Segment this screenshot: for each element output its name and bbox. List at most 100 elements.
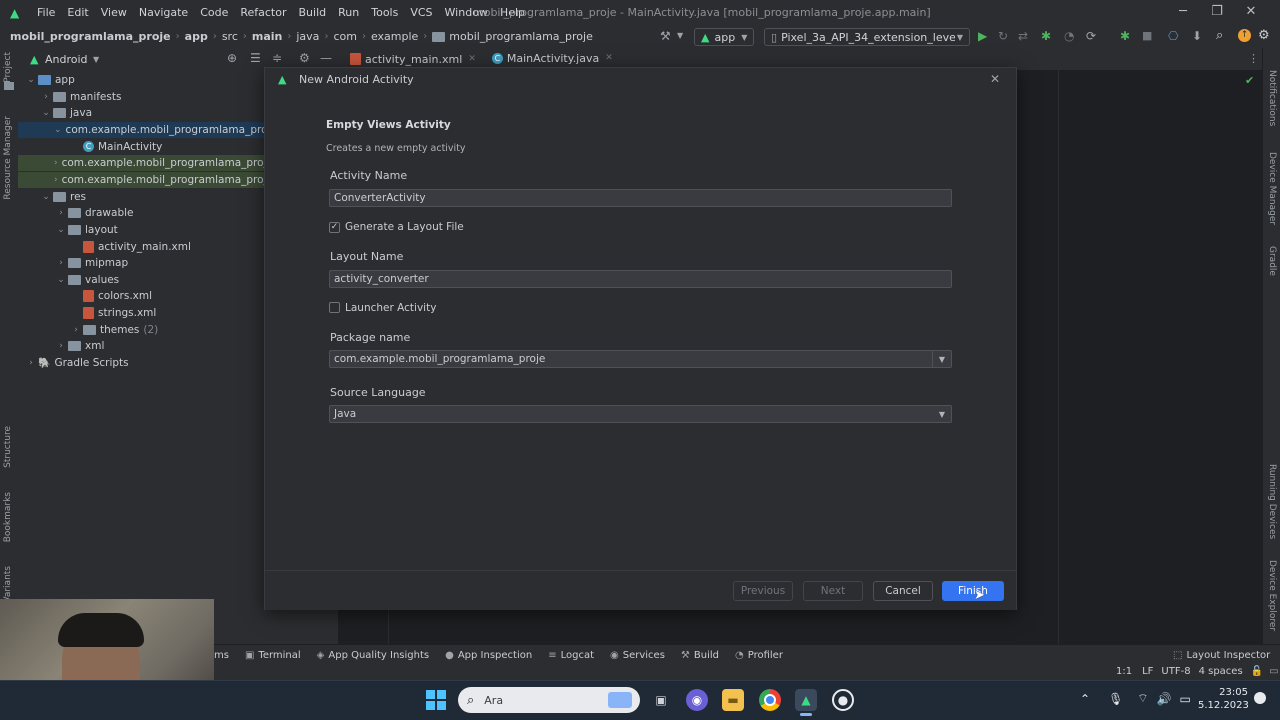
device-selector[interactable]: ▯ Pixel_3a_API_34_extension_level_7_x86 … [764, 28, 970, 46]
previous-button[interactable]: Previous [733, 581, 793, 601]
tool-services[interactable]: ◉ Services [610, 650, 665, 661]
tree-item[interactable]: ⌄ java [18, 105, 266, 121]
profile-icon[interactable]: ◔ [1064, 29, 1074, 43]
menu-vcs[interactable]: VCS [410, 6, 432, 19]
close-tab-icon[interactable]: ✕ [605, 53, 613, 63]
breadcrumb-project[interactable]: mobil_programlama_proje [10, 30, 171, 43]
chevron-down-icon[interactable]: ⌄ [54, 275, 68, 285]
menu-code[interactable]: Code [200, 6, 228, 19]
taskbar-clock[interactable]: 23:05 5.12.2023 [1198, 686, 1249, 712]
run-config-selector[interactable]: ▲ app ▼ [694, 28, 755, 46]
tool-window-structure[interactable]: Structure [3, 426, 13, 468]
project-view-selector[interactable]: Android [45, 53, 88, 66]
menu-run[interactable]: Run [338, 6, 359, 19]
maximize-icon[interactable]: ❐ [1200, 4, 1234, 19]
apply-changes-icon[interactable]: ⇄ [1018, 29, 1028, 43]
tool-profiler[interactable]: ◔ Profiler [735, 650, 783, 661]
chevron-down-icon[interactable]: ⌄ [24, 75, 38, 85]
device-mirror-icon[interactable]: ⎔ [1168, 29, 1178, 43]
chevron-right-icon[interactable]: › [54, 175, 58, 185]
screen-recorder-icon[interactable]: ● [832, 689, 854, 711]
tree-item[interactable]: ⌄ values [18, 272, 266, 288]
inspection-ok-icon[interactable]: ✔ [1245, 74, 1254, 87]
breadcrumb-app[interactable]: app [185, 30, 208, 43]
generate-layout-checkbox[interactable]: ✓ [329, 222, 340, 233]
tool-layout-inspector[interactable]: ⬚ Layout Inspector [1173, 650, 1270, 661]
next-button[interactable]: Next [803, 581, 863, 601]
hammer-icon[interactable]: ⚒ [660, 29, 671, 43]
breadcrumb-com[interactable]: com [333, 30, 357, 43]
hide-panel-icon[interactable]: — [320, 51, 332, 65]
chevron-down-icon[interactable]: ⌄ [54, 125, 62, 135]
layout-name-input[interactable] [334, 273, 951, 285]
chrome-icon[interactable] [759, 689, 781, 711]
file-encoding[interactable]: UTF-8 [1161, 666, 1190, 677]
tool-app-quality-insights[interactable]: ◈ App Quality Insights [317, 650, 429, 661]
close-tab-icon[interactable]: ✕ [468, 54, 476, 64]
expand-all-icon[interactable]: ☰ [250, 51, 261, 65]
chat-app-icon[interactable]: ◉ [686, 689, 708, 711]
tree-item[interactable]: ⌄ layout [18, 222, 266, 238]
tool-window-project[interactable]: Project [3, 52, 13, 83]
tree-item[interactable]: › mipmap [18, 255, 266, 271]
minimize-icon[interactable]: ─ [1166, 4, 1200, 19]
breadcrumb-example[interactable]: example [371, 30, 418, 43]
tree-item[interactable]: › drawable [18, 205, 266, 221]
task-view-icon[interactable]: ▣ [650, 689, 672, 711]
android-studio-taskbar-icon[interactable]: ▲ [795, 689, 817, 711]
locate-icon[interactable]: ⊕ [227, 51, 237, 65]
tool-window-device-manager[interactable]: Device Manager [1267, 152, 1277, 225]
chevron-down-icon[interactable]: ⌄ [54, 225, 68, 235]
stop-icon[interactable]: ✱ [1120, 29, 1130, 43]
microphone-icon[interactable]: 🎙 [1108, 692, 1123, 706]
indent-setting[interactable]: 4 spaces [1199, 666, 1243, 677]
finish-button[interactable]: Finish [942, 581, 1004, 601]
chevron-down-icon[interactable]: ⌄ [39, 192, 53, 202]
tree-item[interactable]: › manifests [18, 89, 266, 105]
caret-position[interactable]: 1:1 [1116, 666, 1132, 677]
menu-file[interactable]: File [37, 6, 55, 19]
activity-name-field[interactable] [329, 189, 952, 207]
menu-refactor[interactable]: Refactor [240, 6, 286, 19]
chevron-down-icon[interactable]: ▼ [932, 351, 951, 367]
chevron-right-icon[interactable]: › [24, 358, 38, 368]
tree-item[interactable]: › 🐘 Gradle Scripts [18, 355, 266, 371]
tree-item[interactable]: C MainActivity [18, 139, 266, 155]
chevron-down-icon[interactable]: ▼ [933, 406, 951, 422]
windows-start-icon[interactable] [426, 690, 446, 710]
layout-name-field[interactable] [329, 270, 952, 288]
debug-icon[interactable]: ✱ [1041, 29, 1051, 43]
breadcrumb-main[interactable]: main [252, 30, 283, 43]
menu-navigate[interactable]: Navigate [139, 6, 188, 19]
tool-problems[interactable]: ms [214, 650, 229, 661]
chevron-down-icon[interactable]: ▼ [677, 31, 683, 40]
search-icon[interactable]: ⌕ [1216, 28, 1223, 43]
menu-view[interactable]: View [101, 6, 127, 19]
settings-gear-icon[interactable]: ⚙ [1258, 28, 1270, 43]
menu-build[interactable]: Build [299, 6, 327, 19]
tool-window-device-explorer[interactable]: Device Explorer [1267, 560, 1277, 631]
menu-tools[interactable]: Tools [371, 6, 398, 19]
tree-item[interactable]: › com.example.mobil_programlama_proje [18, 155, 273, 172]
chevron-right-icon[interactable]: › [39, 92, 53, 102]
close-dialog-icon[interactable]: ✕ [990, 72, 1000, 86]
menu-edit[interactable]: Edit [67, 6, 88, 19]
update-icon[interactable]: ↑ [1238, 29, 1251, 42]
cancel-button[interactable]: Cancel [873, 581, 933, 601]
file-explorer-icon[interactable]: ▬ [722, 689, 744, 711]
chevron-right-icon[interactable]: › [54, 341, 68, 351]
breadcrumb-src[interactable]: src [222, 30, 238, 43]
project-folder-icon[interactable] [4, 82, 14, 90]
collapse-all-icon[interactable]: ≑ [272, 51, 282, 65]
chevron-right-icon[interactable]: › [54, 158, 58, 168]
package-name-combo[interactable]: com.example.mobil_programlama_proje ▼ [329, 350, 952, 368]
tree-item[interactable]: ⌄ app [18, 72, 266, 88]
tool-build[interactable]: ⚒ Build [681, 650, 719, 661]
chevron-right-icon[interactable]: › [69, 325, 83, 335]
tool-window-variants[interactable]: Variants [3, 566, 13, 603]
volume-icon[interactable]: 🔊 [1157, 692, 1172, 706]
breadcrumb-package[interactable]: mobil_programlama_proje [449, 30, 593, 43]
chevron-down-icon[interactable]: ⌄ [39, 108, 53, 118]
close-window-icon[interactable]: ✕ [1234, 4, 1268, 19]
tool-app-inspection[interactable]: ● App Inspection [445, 650, 532, 661]
